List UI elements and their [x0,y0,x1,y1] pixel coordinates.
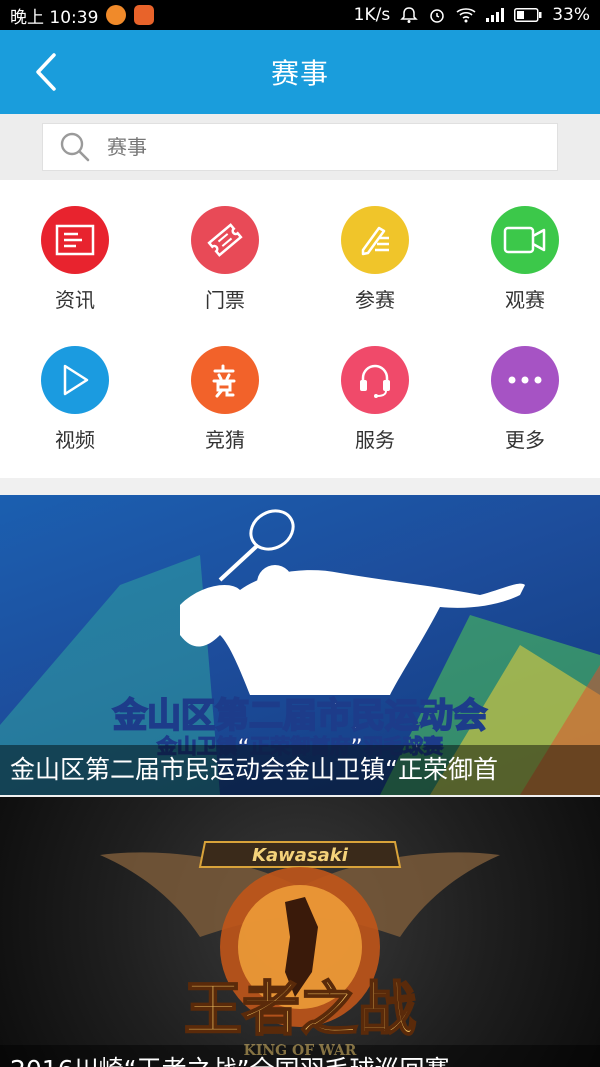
menu-label: 参赛 [355,288,395,312]
chevron-left-icon [36,53,56,91]
page-title: 赛事 [270,57,329,90]
poster-brand: Kawasaki [252,845,349,866]
alarm-icon [428,6,446,24]
poster-title: 王者之战 [184,975,416,1043]
guess-icon [191,346,259,414]
menu-item-tickets[interactable]: 门票 [150,180,300,320]
king-of-war-poster-image: Kawasaki 王者之战 KING OF WAR [100,841,500,1059]
video-camera-icon [491,206,559,274]
menu-label: 门票 [205,288,245,312]
menu-item-service[interactable]: 服务 [300,320,450,460]
play-icon [41,346,109,414]
menu-label: 视频 [55,428,95,452]
signup-icon [341,206,409,274]
status-bar: 晚上 10:39 1K/s 33% [0,0,600,30]
menu-item-video[interactable]: 视频 [0,320,150,460]
menu-item-watch[interactable]: 观赛 [450,180,600,320]
menu-item-news[interactable]: 资讯 [0,180,150,320]
headset-icon [341,346,409,414]
signal-icon [486,8,505,22]
search-bar-container [0,114,600,180]
ticket-icon [191,206,259,274]
menu-item-signup[interactable]: 参赛 [300,180,450,320]
event-caption: 2016川崎“王者之战”全国羽毛球巡回赛 [0,1045,600,1067]
search-input[interactable] [107,135,527,159]
network-speed: 1K/s [353,5,391,25]
menu-label: 资讯 [55,288,95,312]
search-box[interactable] [42,123,558,171]
search-icon [60,132,90,162]
menu-item-guess[interactable]: 竞猜 [150,320,300,460]
battery-icon [514,8,542,22]
menu-label: 更多 [505,428,545,452]
menu-item-more[interactable]: 更多 [450,320,600,460]
more-icon [491,346,559,414]
battery-percent: 33% [552,5,590,25]
title-bar: 赛事 [0,30,600,114]
category-grid: 资讯 门票 参赛 观赛 视频 竞猜 服务 更多 [0,180,600,478]
back-button[interactable] [22,48,70,96]
news-icon [41,206,109,274]
wifi-icon [456,7,476,23]
chat-notification-icon [106,5,127,25]
bell-icon [400,6,419,24]
poster-title: 金山区第二届市民运动会 [112,696,487,736]
status-time: 晚上 10:39 [10,7,99,28]
event-caption: 金山区第二届市民运动会金山卫镇“正荣御首 [0,745,600,795]
event-banner[interactable]: Kawasaki 王者之战 KING OF WAR 2016川崎“王者之战”全国… [0,797,600,1067]
menu-label: 观赛 [505,288,545,312]
menu-label: 竞猜 [205,428,245,452]
event-banner[interactable]: 金山区第二届市民运动会 金山卫镇“正荣御首府”羽毛球赛 金山区第二届市民运动会金… [0,495,600,795]
menu-label: 服务 [355,428,395,452]
app-notification-icon [134,5,155,25]
